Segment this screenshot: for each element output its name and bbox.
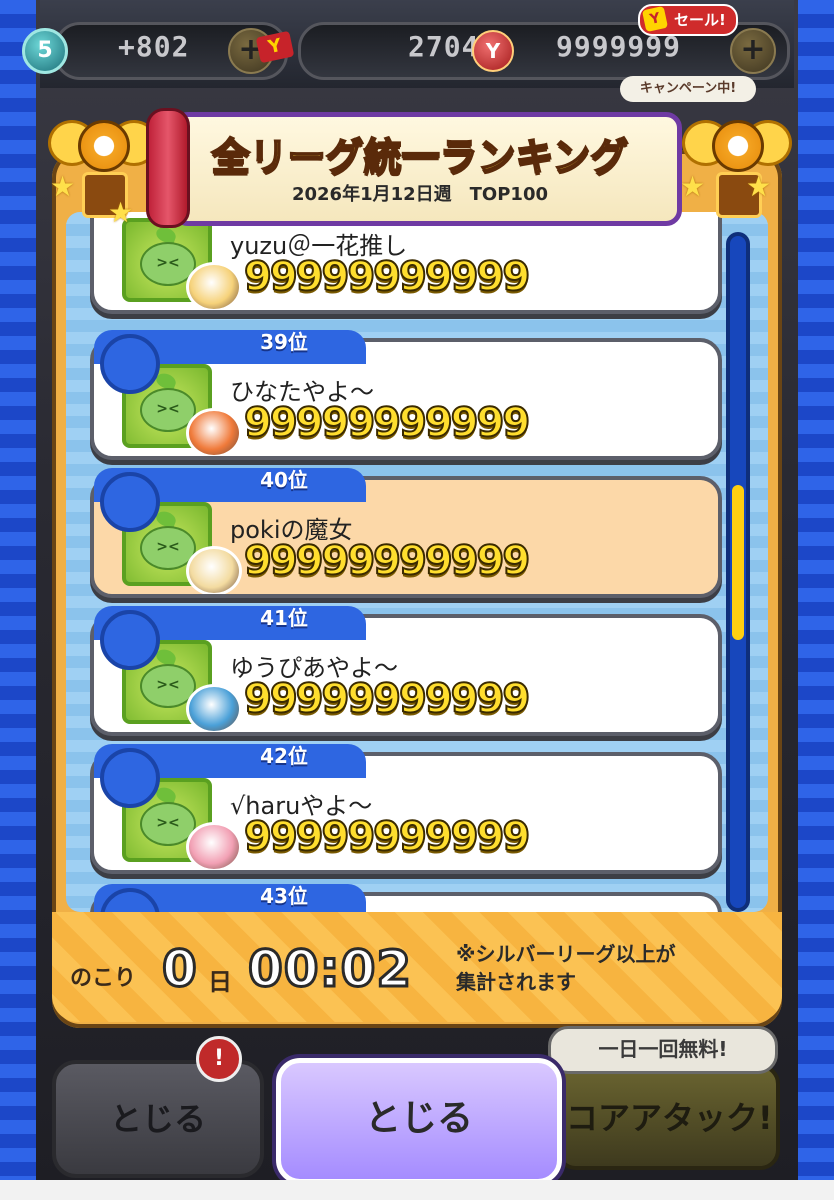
trophy-emblem-right: ★ ★ — [680, 100, 792, 230]
player-score: 99999999999 — [243, 813, 531, 861]
note-line-1: ※シルバーリーグ以上が — [456, 942, 676, 966]
sale-label: セール! — [674, 11, 726, 29]
title-banner: 全リーグ統一ランキング 2026年1月12日週 TOP100 — [146, 108, 690, 228]
star-icon: ★ — [746, 170, 772, 203]
rank-label: 40位 — [260, 468, 308, 492]
close-button[interactable]: とじる — [276, 1058, 562, 1184]
eye-emblem-icon — [712, 120, 764, 172]
sale-badge[interactable]: Y セール! — [638, 4, 738, 36]
trophy-emblem-left: ★ ★ — [48, 100, 158, 230]
swirl-icon — [100, 610, 160, 670]
star-icon: ★ — [108, 196, 134, 229]
remaining-time: 00:02 — [246, 939, 413, 1000]
ranking-row[interactable]: >< pokiの魔女 99999999999 40位 — [90, 468, 722, 598]
rank-label: 39位 — [260, 330, 308, 354]
stamina-icon: 5 — [22, 28, 68, 74]
leader-character-icon — [186, 408, 242, 456]
leader-character-icon — [186, 262, 242, 310]
ranking-row[interactable]: >< ゆうぴあやよ～ 99999999999 41位 — [90, 606, 722, 736]
rank-label: 43位 — [260, 884, 308, 908]
notification-badge: ! — [196, 1036, 242, 1082]
rank-label: 41位 — [260, 606, 308, 630]
ranking-row[interactable]: >< √haruやよ～ 99999999999 42位 — [90, 744, 722, 874]
ranking-list[interactable]: >< yuzu＠一花推し 99999999999 >< ひなたやよ～ 9999999999… — [66, 212, 768, 912]
add-coin-button[interactable]: + — [730, 28, 776, 74]
ranking-row[interactable]: >< ひなたやよ～ 99999999999 39位 — [90, 330, 722, 460]
scrollbar-thumb[interactable] — [732, 485, 744, 640]
ranking-row[interactable]: >< yuzu＠一花推し 99999999999 — [90, 212, 722, 314]
player-score: 99999999999 — [243, 399, 531, 447]
ranking-row[interactable]: 43位 — [90, 884, 722, 912]
eye-emblem-icon — [78, 120, 130, 172]
remaining-label: のこり — [70, 966, 137, 991]
ticket-count: 2704 — [408, 30, 480, 63]
swirl-icon — [100, 472, 160, 532]
ranking-period: 2026年1月12日週 TOP100 — [291, 184, 549, 205]
ranking-scrollbar[interactable] — [726, 232, 750, 912]
eligibility-note: ※シルバーリーグ以上が 集計されます — [456, 940, 675, 996]
swirl-icon — [100, 748, 160, 808]
free-once-daily-bubble: 一日一回無料! — [548, 1026, 778, 1074]
stamina-value: +802 — [118, 30, 190, 63]
rank-label: 42位 — [260, 744, 308, 768]
player-score: 99999999999 — [243, 537, 531, 585]
ranking-title: 全リーグ統一ランキング — [211, 134, 630, 180]
leader-character-icon — [186, 822, 242, 870]
note-line-2: 集計されます — [456, 970, 576, 994]
ticket-mini-icon: Y — [641, 5, 669, 33]
remaining-days: 0 — [161, 939, 199, 1000]
left-frame-stripe — [0, 0, 36, 1200]
swirl-icon — [100, 334, 160, 394]
player-score: 99999999999 — [243, 253, 531, 301]
coin-icon: Y — [472, 30, 514, 72]
player-score: 99999999999 — [243, 675, 531, 723]
star-icon: ★ — [50, 170, 76, 203]
row-content: >< yuzu＠一花推し 99999999999 — [94, 212, 718, 310]
leader-character-icon — [186, 684, 242, 732]
countdown-footer: のこり 0 日 00:02 ※シルバーリーグ以上が 集計されます — [52, 912, 782, 1022]
campaign-badge: キャンペーン中! — [620, 76, 756, 102]
day-unit: 日 — [208, 968, 232, 996]
leader-character-icon — [186, 546, 242, 594]
home-indicator-bar — [0, 1180, 834, 1200]
score-attack-button[interactable]: コアアタック! — [556, 1064, 780, 1170]
right-frame-stripe — [798, 0, 834, 1200]
